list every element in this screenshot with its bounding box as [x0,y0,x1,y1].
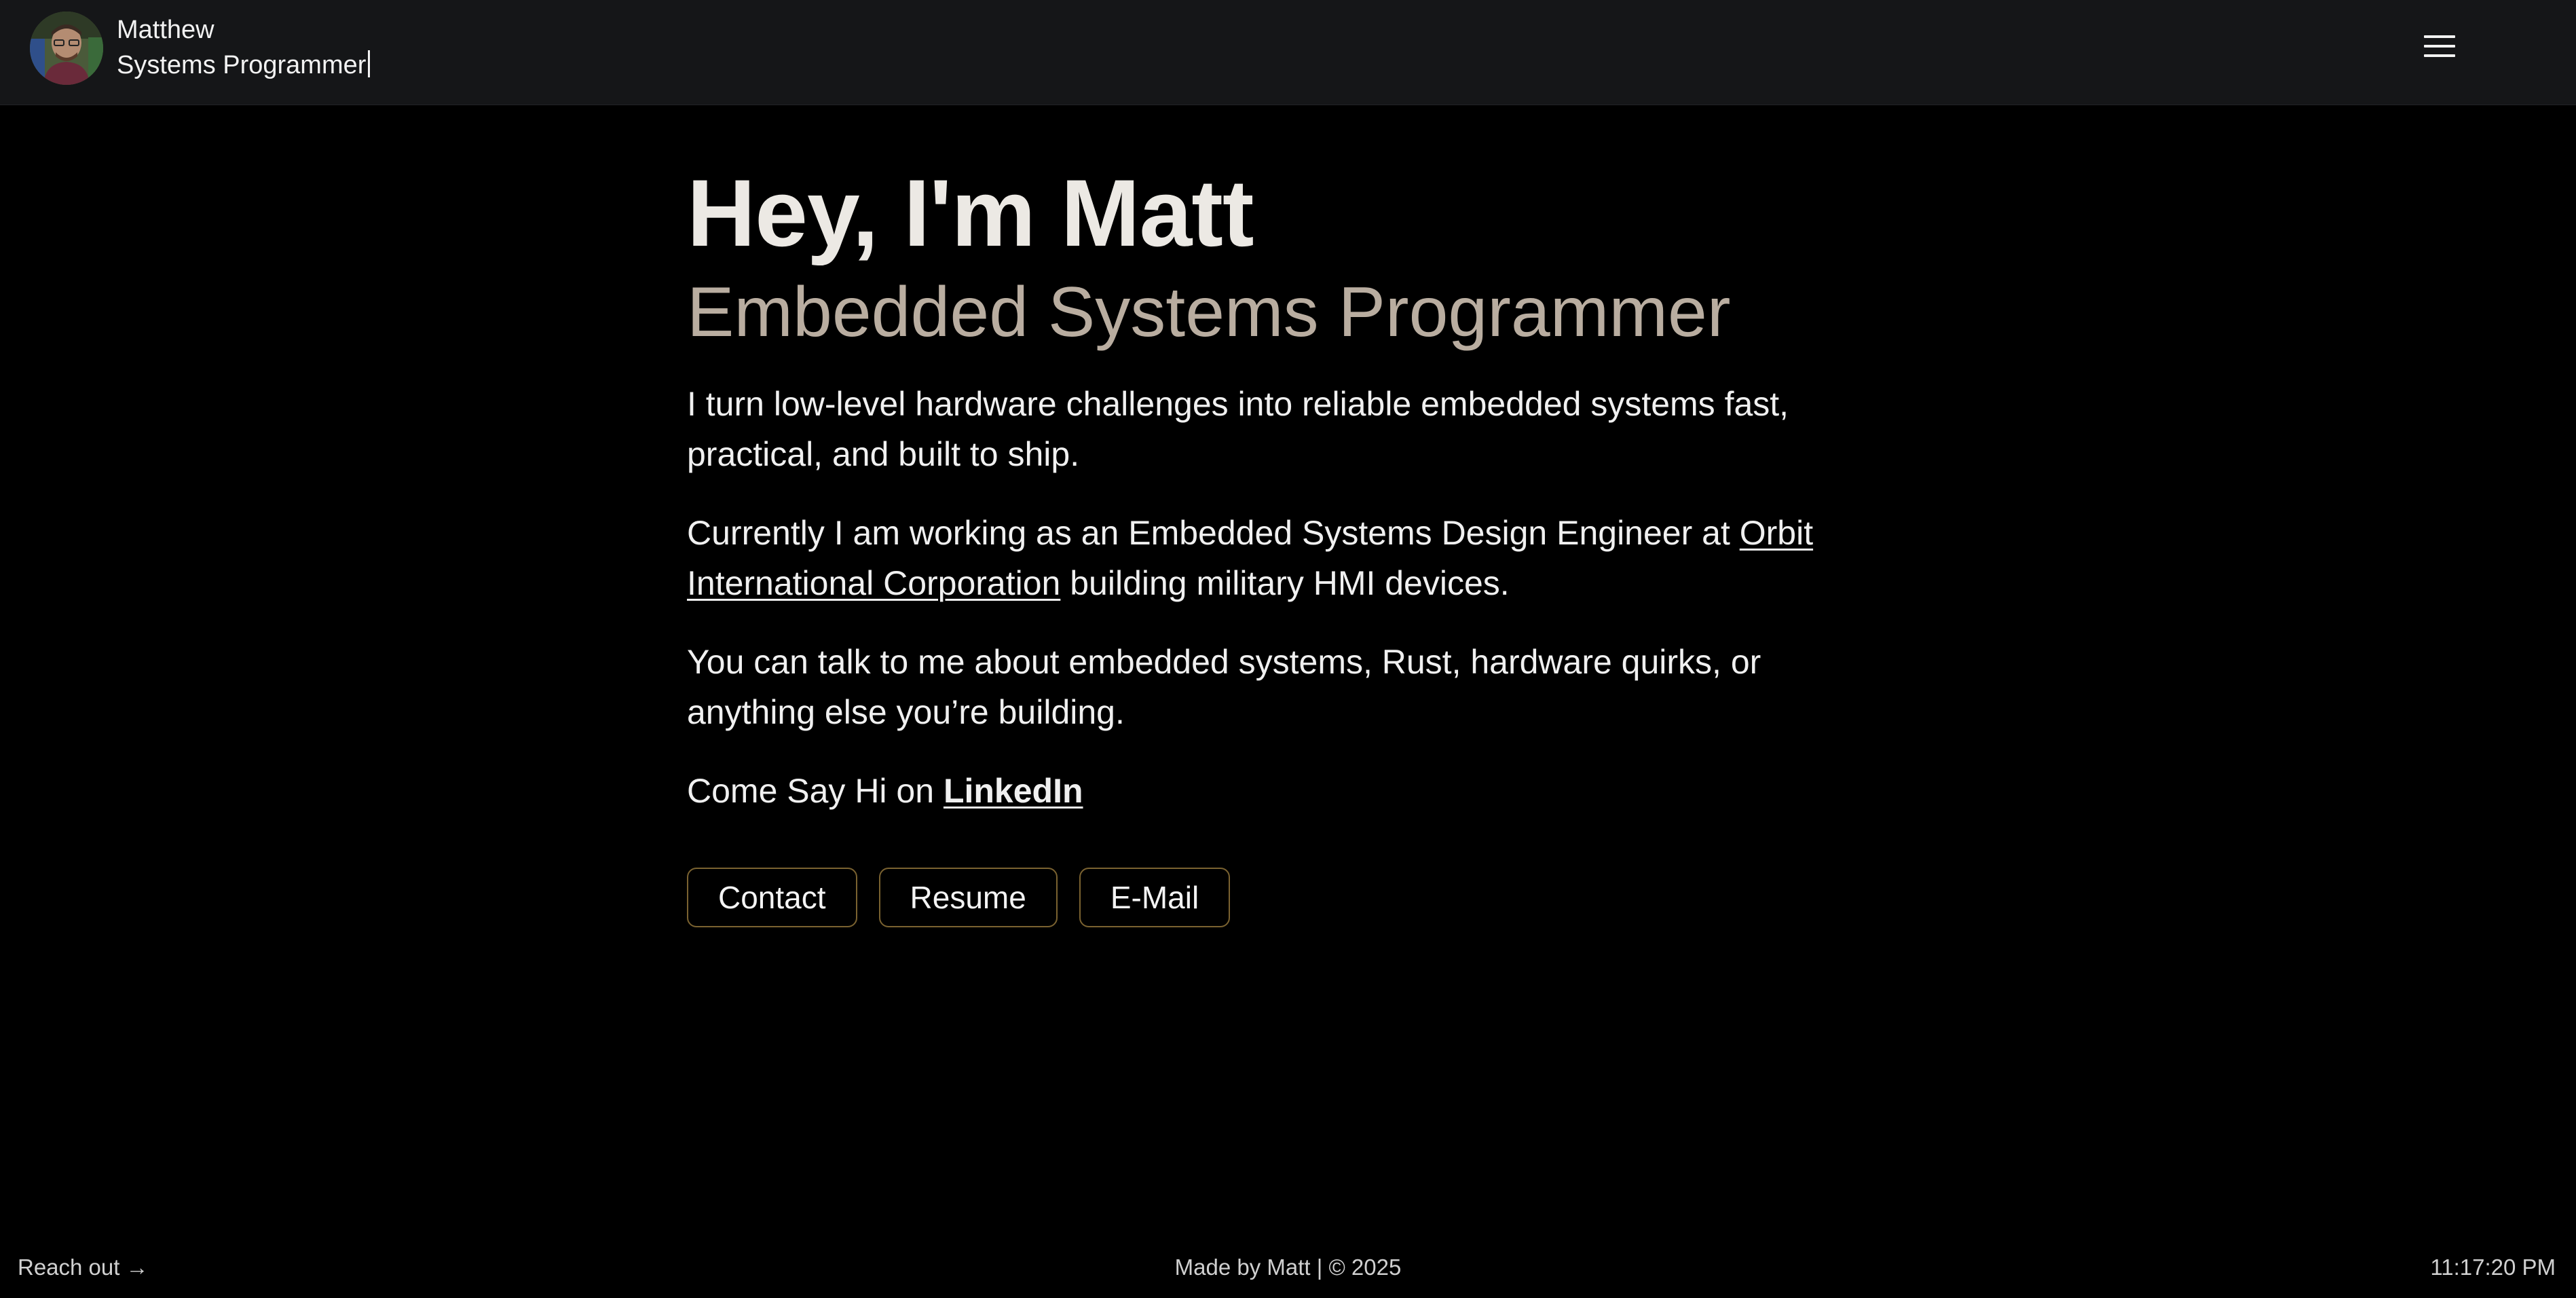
top-navigation-bar: Matthew Systems Programmer [0,0,2576,105]
header-role-typing: Systems Programmer [117,49,371,81]
menu-line [2424,54,2455,57]
contact-button[interactable]: Contact [687,868,857,927]
linkedin-link[interactable]: LinkedIn [944,772,1083,810]
header-name: Matthew [117,16,214,44]
main-content: Hey, I'm Matt Embedded Systems Programme… [687,156,1854,927]
hero-subtitle: Embedded Systems Programmer [687,273,1731,352]
email-button[interactable]: E-Mail [1079,868,1231,927]
reach-out-link[interactable]: Reach out → [18,1255,149,1280]
intro-paragraph: I turn low-level hardware challenges int… [687,385,1789,473]
resume-button[interactable]: Resume [878,868,1058,927]
action-buttons: Contact Resume E-Mail [687,868,1854,927]
topics-paragraph: You can talk to me about embedded system… [687,643,1761,731]
current-role-suffix: building military HMI devices. [1060,564,1510,602]
typing-caret [368,50,371,77]
footer-credit: Made by Matt | © 2025 [1174,1255,1402,1280]
linkedin-paragraph: Come Say Hi on LinkedIn [687,766,1854,816]
avatar-photo [30,12,103,85]
current-role-prefix: Currently I am working as an Embedded Sy… [687,514,1740,552]
header-role-text: Systems Programmer [117,51,367,79]
footer-clock: 11:17:20 PM [2430,1255,2556,1280]
linkedin-prefix: Come Say Hi on [687,772,944,810]
current-role-paragraph: Currently I am working as an Embedded Sy… [687,508,1854,608]
menu-line [2424,45,2455,48]
hero-title: Hey, I'm Matt [687,160,1254,266]
avatar[interactable] [30,12,103,85]
hamburger-menu-icon[interactable] [2421,31,2459,61]
menu-line [2424,35,2455,38]
